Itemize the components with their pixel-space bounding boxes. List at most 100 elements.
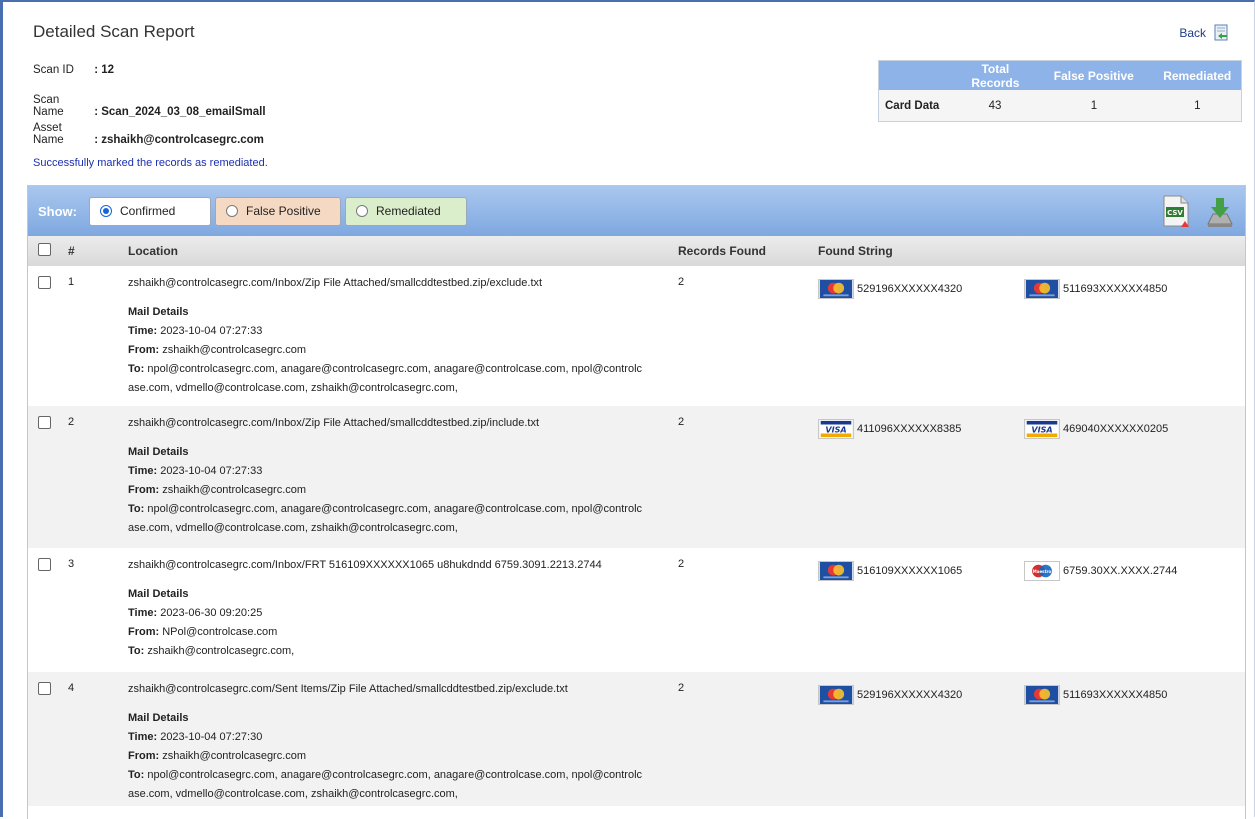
found-card: 529196XXXXXX4320: [818, 685, 1024, 705]
from-label: From:: [128, 344, 160, 356]
mastercard-icon: [1024, 685, 1060, 705]
from-value: zshaikh@controlcasegrc.com: [159, 750, 307, 762]
summary-header-total: Total Records: [971, 61, 1020, 90]
row-location-cell: zshaikh@controlcasegrc.com/Inbox/Zip Fil…: [128, 406, 676, 538]
to-value: zshaikh@controlcasegrc.com,: [144, 645, 295, 657]
row-checkbox[interactable]: [38, 682, 51, 695]
false-positive-radio[interactable]: [226, 205, 238, 217]
filter-false-positive-label: False Positive: [246, 204, 321, 218]
scan-id-value: : 12: [94, 64, 115, 76]
row-checkbox-cell: [28, 406, 58, 432]
col-header-location: Location: [128, 244, 178, 258]
found-card: 516109XXXXXX1065: [818, 561, 1024, 581]
found-card: 529196XXXXXX4320: [818, 279, 1024, 299]
remediated-radio[interactable]: [356, 205, 368, 217]
filter-remediated[interactable]: Remediated: [345, 196, 467, 226]
found-card: VISA 411096XXXXXX8385: [818, 419, 1024, 439]
found-string-cell: 529196XXXXXX4320 511693XXXXXX4850: [818, 672, 1245, 705]
records-found: 2: [678, 682, 685, 694]
time-label: Time:: [128, 607, 158, 619]
records-found: 2: [678, 276, 685, 288]
row-checkbox-cell: [28, 266, 58, 292]
masked-card-number: 511693XXXXXX4850: [1063, 283, 1168, 295]
summary-table: Total Records False Positive Remediated …: [878, 60, 1242, 122]
filter-toolbar: Show: Confirmed False Positive Remediate…: [28, 186, 1245, 236]
col-header-found-string: Found String: [818, 244, 893, 258]
mail-time: Time: 2023-10-04 07:27:33: [128, 462, 676, 481]
masked-card-number: 411096XXXXXX8385: [857, 423, 962, 435]
to-value: npol@controlcasegrc.com, anagare@control…: [128, 363, 643, 394]
toolbar-icons: CSV: [1161, 194, 1235, 228]
table-row: 4 zshaikh@controlcasegrc.com/Sent Items/Z…: [28, 672, 1245, 806]
summary-total-value: 43: [988, 99, 1002, 112]
row-number: 1: [68, 276, 75, 288]
back-button[interactable]: Back: [1179, 24, 1230, 42]
page-title: Detailed Scan Report: [33, 22, 195, 41]
from-label: From:: [128, 750, 160, 762]
summary-remediated-value: 1: [1194, 99, 1201, 112]
found-card: 511693XXXXXX4850: [1024, 685, 1230, 705]
mail-to: To: npol@controlcasegrc.com, anagare@con…: [128, 360, 676, 398]
row-checkbox[interactable]: [38, 558, 51, 571]
to-label: To:: [128, 363, 145, 375]
found-card: VISA 469040XXXXXX0205: [1024, 419, 1230, 439]
masked-card-number: 529196XXXXXX4320: [857, 283, 963, 295]
filter-confirmed[interactable]: Confirmed: [89, 196, 211, 226]
row-location-cell: zshaikh@controlcasegrc.com/Inbox/Zip Fil…: [128, 266, 676, 398]
mastercard-icon: [818, 685, 854, 705]
row-checkbox[interactable]: [38, 416, 51, 429]
table-header: # Location Records Found Found String: [28, 236, 1245, 266]
show-label: Show:: [38, 203, 77, 219]
table-row: 1 zshaikh@controlcasegrc.com/Inbox/Zip Fi…: [28, 266, 1245, 406]
row-number: 2: [68, 416, 75, 428]
found-string-cell: VISA 411096XXXXXX8385 VISA 469040XXXXXX0205: [818, 406, 1245, 439]
masked-card-number: 529196XXXXXX4320: [857, 689, 963, 701]
row-checkbox[interactable]: [38, 276, 51, 289]
mail-details-heading: Mail Details: [128, 588, 189, 600]
col-header-num: #: [68, 244, 75, 258]
found-string-cell: 529196XXXXXX4320 511693XXXXXX4850: [818, 266, 1245, 299]
time-value: 2023-06-30 09:20:25: [157, 607, 263, 619]
mail-to: To: npol@controlcasegrc.com, anagare@con…: [128, 766, 676, 804]
mastercard-icon: [818, 561, 854, 581]
page-frame: Detailed Scan Report Back Scan ID : 12 S…: [0, 0, 1255, 819]
records-found: 2: [678, 558, 685, 570]
asset-name-value: : zshaikh@controlcasegrc.com: [94, 134, 264, 146]
time-label: Time:: [128, 325, 158, 337]
select-all-checkbox[interactable]: [38, 243, 51, 256]
mail-to: To: npol@controlcasegrc.com, anagare@con…: [128, 500, 676, 538]
from-label: From:: [128, 626, 160, 638]
to-label: To:: [128, 645, 145, 657]
summary-header-remediated: Remediated: [1163, 68, 1232, 83]
time-value: 2023-10-04 07:27:33: [157, 465, 263, 477]
scan-name-row: Scan Name : Scan_2024_03_08_emailSmall: [33, 94, 266, 118]
csv-export-icon[interactable]: CSV: [1161, 194, 1191, 228]
row-number: 3: [68, 558, 75, 570]
back-label: Back: [1179, 26, 1206, 40]
found-card: Maestro 6759.30XX.XXXX.2744: [1024, 561, 1230, 581]
row-location-cell: zshaikh@controlcasegrc.com/Inbox/FRT 516…: [128, 548, 676, 661]
location-path: zshaikh@controlcasegrc.com/Sent Items/Zi…: [128, 683, 568, 695]
from-value: zshaikh@controlcasegrc.com: [159, 484, 307, 496]
mail-time: Time: 2023-06-30 09:20:25: [128, 604, 676, 623]
svg-text:CSV: CSV: [1167, 209, 1183, 217]
mastercard-icon: [1024, 279, 1060, 299]
mail-details-heading: Mail Details: [128, 446, 189, 458]
masked-card-number: 6759.30XX.XXXX.2744: [1063, 565, 1178, 577]
masked-card-number: 516109XXXXXX1065: [857, 565, 963, 577]
download-icon[interactable]: [1205, 194, 1235, 228]
table-row: 2 zshaikh@controlcasegrc.com/Inbox/Zip Fi…: [28, 406, 1245, 548]
to-label: To:: [128, 769, 145, 781]
scan-id-label: Scan ID: [33, 64, 74, 76]
from-value: zshaikh@controlcasegrc.com: [159, 344, 307, 356]
confirmed-radio[interactable]: [100, 205, 112, 217]
mail-from: From: zshaikh@controlcasegrc.com: [128, 481, 676, 500]
visa-card-icon: VISA: [1024, 419, 1060, 439]
filter-false-positive[interactable]: False Positive: [215, 196, 341, 226]
asset-name-label: Asset Name: [33, 122, 64, 146]
row-number: 4: [68, 682, 75, 694]
row-checkbox-cell: [28, 672, 58, 698]
success-message: Successfully marked the records as remed…: [33, 157, 268, 169]
results-panel: Show: Confirmed False Positive Remediate…: [27, 185, 1246, 819]
to-label: To:: [128, 503, 145, 515]
